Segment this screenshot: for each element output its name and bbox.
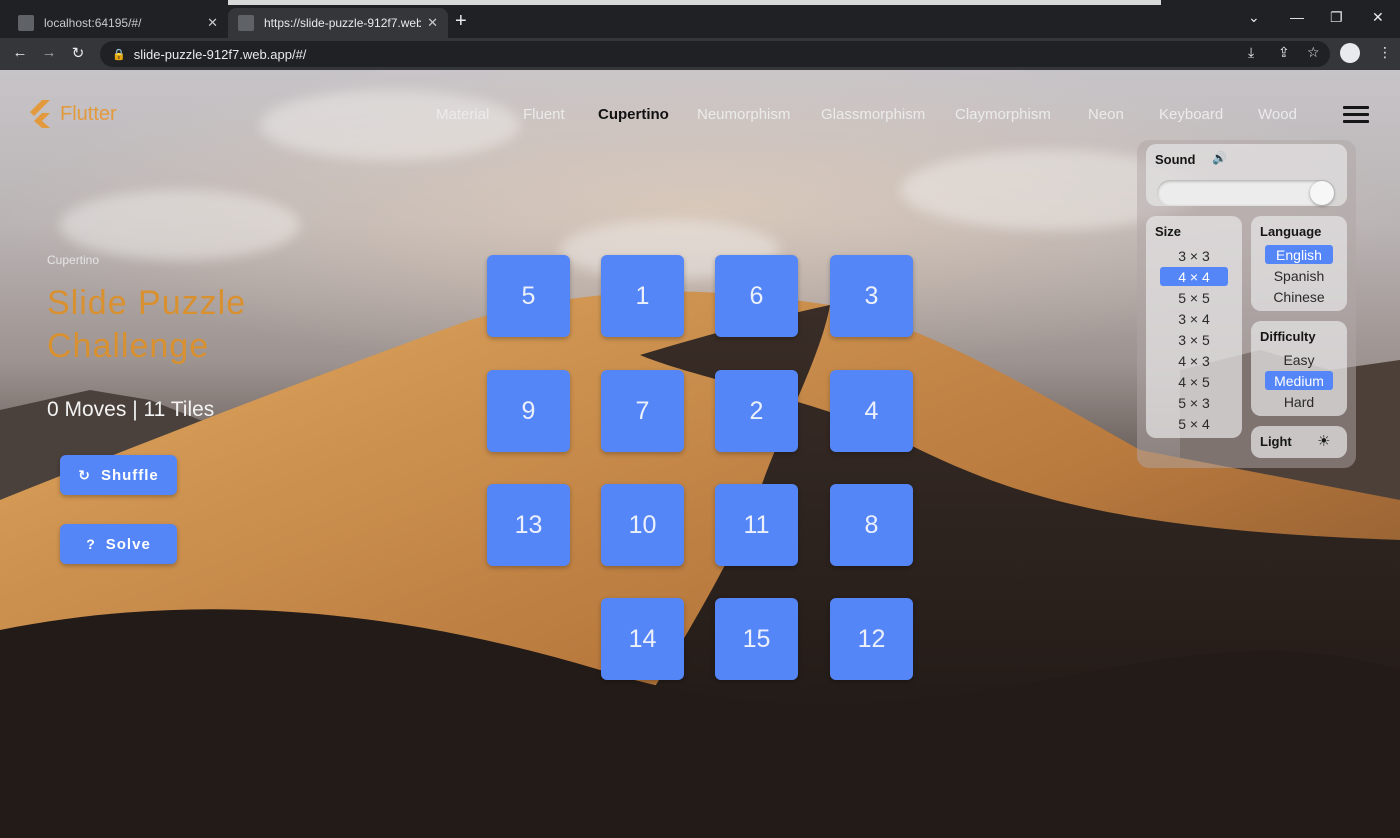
puzzle-tile[interactable]: 11 bbox=[715, 484, 798, 566]
back-icon[interactable]: ← bbox=[10, 44, 30, 61]
moves-tiles-counter: 0 Moves | 11 Tiles bbox=[47, 398, 215, 421]
size-option[interactable]: 3 × 5 bbox=[1160, 330, 1228, 349]
forward-icon[interactable]: → bbox=[39, 44, 59, 61]
nav-material[interactable]: Material bbox=[436, 106, 489, 123]
nav-keyboard[interactable]: Keyboard bbox=[1159, 106, 1223, 123]
maximize-icon[interactable]: ❐ bbox=[1330, 9, 1343, 26]
browser-tab-strip: localhost:64195/#/ ✕ https://slide-puzzl… bbox=[0, 0, 1400, 38]
language-label: Language bbox=[1260, 224, 1322, 239]
puzzle-tile[interactable]: 7 bbox=[601, 370, 684, 452]
reload-icon[interactable]: ↻ bbox=[68, 44, 88, 62]
close-icon[interactable]: ✕ bbox=[427, 15, 438, 31]
app-viewport: Flutter Material Fluent Cupertino Neumor… bbox=[0, 70, 1400, 838]
brand[interactable]: Flutter bbox=[28, 100, 117, 128]
puzzle-tile[interactable]: 12 bbox=[830, 598, 913, 680]
speaker-icon: 🔊 bbox=[1212, 151, 1227, 165]
theme-toggle[interactable]: Light ☀ bbox=[1251, 426, 1347, 458]
close-window-icon[interactable]: ✕ bbox=[1372, 9, 1384, 26]
sound-card: Sound 🔊 bbox=[1146, 144, 1347, 206]
tab-favicon-icon bbox=[18, 15, 34, 31]
nav-glassmorphism[interactable]: Glassmorphism bbox=[821, 106, 925, 123]
browser-tab-slide-puzzle[interactable]: https://slide-puzzle-912f7.web.ap ✕ bbox=[228, 8, 448, 38]
tab-favicon-icon bbox=[238, 15, 254, 31]
shuffle-label: Shuffle bbox=[100, 466, 159, 484]
puzzle-tile[interactable]: 3 bbox=[830, 255, 913, 337]
volume-slider[interactable] bbox=[1157, 180, 1335, 206]
solve-label: Solve bbox=[105, 535, 151, 553]
puzzle-tile[interactable]: 6 bbox=[715, 255, 798, 337]
nav-cupertino[interactable]: Cupertino bbox=[598, 106, 669, 123]
lock-icon: 🔒 bbox=[112, 48, 126, 61]
share-icon[interactable]: ⇪ bbox=[1278, 44, 1290, 61]
browser-toolbar: ← → ↻ 🔒 slide-puzzle-912f7.web.app/#/ ⤓ … bbox=[0, 38, 1400, 70]
nav-neon[interactable]: Neon bbox=[1088, 106, 1124, 123]
difficulty-label: Difficulty bbox=[1260, 329, 1316, 344]
puzzle-tile[interactable]: 15 bbox=[715, 598, 798, 680]
browser-tab-localhost[interactable]: localhost:64195/#/ ✕ bbox=[8, 8, 228, 38]
puzzle-tile[interactable]: 5 bbox=[487, 255, 570, 337]
nav-fluent[interactable]: Fluent bbox=[523, 106, 565, 123]
puzzle-tile[interactable]: 10 bbox=[601, 484, 684, 566]
language-card: Language English Spanish Chinese bbox=[1251, 216, 1347, 311]
puzzle-tile[interactable]: 2 bbox=[715, 370, 798, 452]
puzzle-tile[interactable]: 1 bbox=[601, 255, 684, 337]
size-option[interactable]: 4 × 3 bbox=[1160, 351, 1228, 370]
language-option[interactable]: English bbox=[1265, 245, 1333, 264]
theme-subtitle: Cupertino bbox=[47, 253, 100, 267]
size-option[interactable]: 5 × 5 bbox=[1160, 288, 1228, 307]
size-option[interactable]: 4 × 5 bbox=[1160, 372, 1228, 391]
chevron-down-icon[interactable]: ⌄ bbox=[1248, 9, 1260, 26]
size-label: Size bbox=[1155, 224, 1182, 239]
difficulty-option[interactable]: Easy bbox=[1265, 350, 1333, 369]
nav-wood[interactable]: Wood bbox=[1258, 106, 1297, 123]
question-icon: ? bbox=[86, 536, 96, 552]
size-option[interactable]: 3 × 3 bbox=[1160, 246, 1228, 265]
flutter-logo-icon bbox=[30, 100, 50, 128]
puzzle-tile[interactable]: 8 bbox=[830, 484, 913, 566]
solve-button[interactable]: ? Solve bbox=[60, 524, 177, 564]
page-title: Slide Puzzle Challenge bbox=[47, 284, 247, 365]
star-icon[interactable]: ☆ bbox=[1307, 44, 1320, 61]
difficulty-option[interactable]: Hard bbox=[1265, 392, 1333, 411]
brand-name: Flutter bbox=[60, 102, 117, 125]
tab-title: https://slide-puzzle-912f7.web.ap bbox=[264, 16, 422, 30]
language-option[interactable]: Chinese bbox=[1265, 287, 1333, 306]
size-option[interactable]: 5 × 3 bbox=[1160, 393, 1228, 412]
difficulty-card: Difficulty Easy Medium Hard bbox=[1251, 321, 1347, 416]
url-text: slide-puzzle-912f7.web.app/#/ bbox=[133, 46, 307, 62]
size-option[interactable]: 3 × 4 bbox=[1160, 309, 1228, 328]
size-option[interactable]: 5 × 4 bbox=[1160, 414, 1228, 433]
shuffle-button[interactable]: ↻ Shuffle bbox=[60, 455, 177, 495]
minimize-icon[interactable]: — bbox=[1290, 9, 1304, 25]
puzzle-tile[interactable]: 4 bbox=[830, 370, 913, 452]
nav-neumorphism[interactable]: Neumorphism bbox=[697, 106, 790, 123]
puzzle-tile[interactable]: 13 bbox=[487, 484, 570, 566]
plus-icon[interactable]: + bbox=[455, 10, 467, 33]
language-option[interactable]: Spanish bbox=[1265, 266, 1333, 285]
settings-panel: Sound 🔊 Size 3 × 3 4 × 4 5 × 5 3 × 4 3 ×… bbox=[1137, 140, 1356, 468]
install-icon[interactable]: ⤓ bbox=[1248, 44, 1254, 61]
puzzle-tile[interactable]: 9 bbox=[487, 370, 570, 452]
theme-label: Light bbox=[1260, 434, 1292, 449]
size-card: Size 3 × 3 4 × 4 5 × 5 3 × 4 3 × 5 4 × 3… bbox=[1146, 216, 1242, 438]
sun-icon: ☀ bbox=[1317, 433, 1331, 450]
size-option[interactable]: 4 × 4 bbox=[1160, 267, 1228, 286]
difficulty-option[interactable]: Medium bbox=[1265, 371, 1333, 390]
puzzle-tile[interactable]: 14 bbox=[601, 598, 684, 680]
slider-thumb[interactable] bbox=[1310, 181, 1334, 205]
loading-bar bbox=[228, 0, 1161, 5]
close-icon[interactable]: ✕ bbox=[207, 15, 218, 31]
hamburger-menu-icon[interactable] bbox=[1343, 106, 1369, 124]
kebab-icon[interactable]: ⋮ bbox=[1378, 44, 1392, 61]
sound-label: Sound bbox=[1155, 152, 1196, 167]
profile-icon[interactable] bbox=[1340, 43, 1360, 63]
address-bar[interactable]: 🔒 slide-puzzle-912f7.web.app/#/ bbox=[100, 41, 1330, 67]
tab-title: localhost:64195/#/ bbox=[44, 16, 142, 30]
nav-claymorphism[interactable]: Claymorphism bbox=[955, 106, 1051, 123]
refresh-icon: ↻ bbox=[78, 466, 91, 483]
